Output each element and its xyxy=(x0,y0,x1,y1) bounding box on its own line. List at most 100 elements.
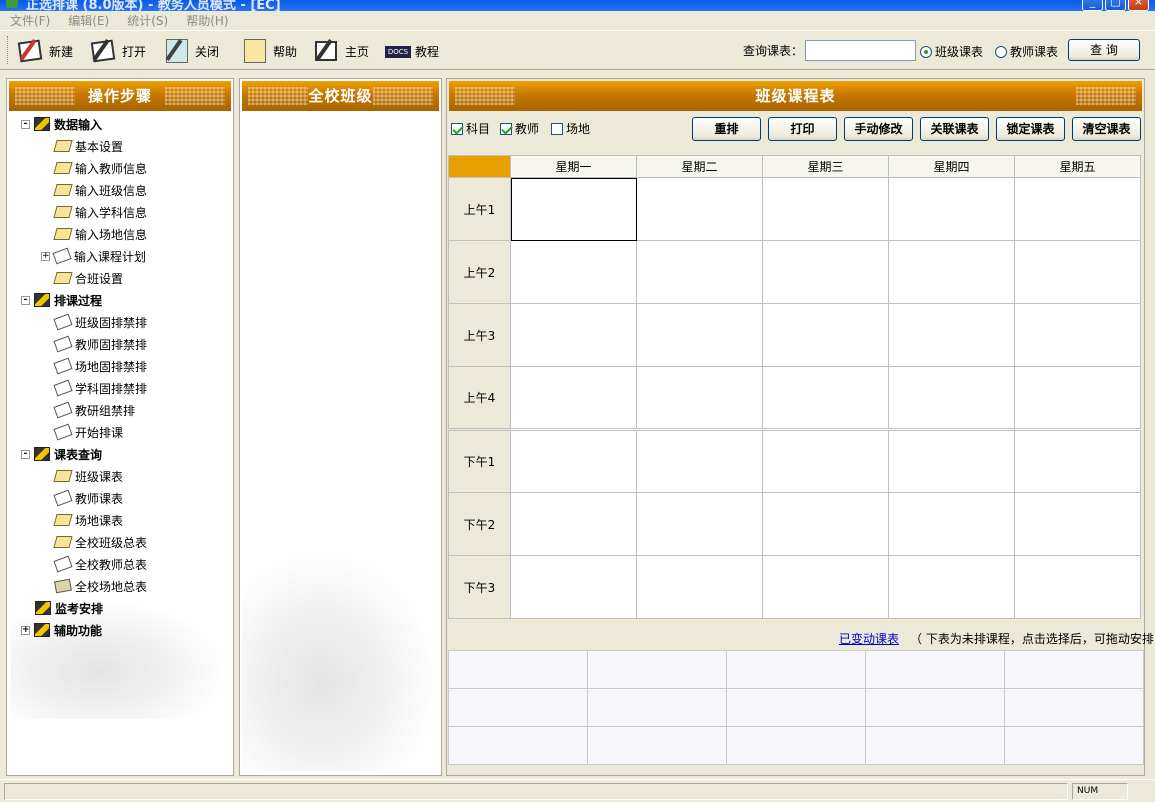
tree-item-venue-fixed[interactable]: 场地固排禁排 xyxy=(53,355,147,377)
menu-stats[interactable]: 统计(S) xyxy=(127,12,168,29)
radio-teacher-schedule[interactable]: 教师课表 xyxy=(995,43,1058,60)
collapse-icon[interactable]: - xyxy=(21,295,30,305)
tree-node-schedule-query[interactable]: - 课表查询 xyxy=(21,443,102,465)
collapse-icon[interactable]: - xyxy=(21,449,30,459)
pending-cell[interactable] xyxy=(865,726,1005,765)
checkbox-venue[interactable]: 场地 xyxy=(551,120,590,137)
manual-edit-button[interactable]: 手动修改 xyxy=(844,117,913,141)
schedule-cell[interactable] xyxy=(762,177,889,241)
pending-cell[interactable] xyxy=(587,650,727,689)
pending-cell[interactable] xyxy=(726,726,866,765)
tree-item-class-schedule[interactable]: 班级课表 xyxy=(53,465,123,487)
schedule-cell[interactable] xyxy=(762,492,889,556)
schedule-cell[interactable] xyxy=(762,429,889,493)
resize-grip-icon[interactable] xyxy=(1130,783,1150,800)
tree-item-group-forbid[interactable]: 教研组禁排 xyxy=(53,399,135,421)
changed-schedule-link[interactable]: 已变动课表 xyxy=(839,630,899,647)
tree-item-all-classes[interactable]: 全校班级总表 xyxy=(53,531,147,553)
schedule-cell[interactable] xyxy=(636,366,763,430)
schedule-cell[interactable] xyxy=(888,555,1015,619)
schedule-cell[interactable] xyxy=(888,240,1015,304)
pending-cell[interactable] xyxy=(448,650,588,689)
tree-item-venue-schedule[interactable]: 场地课表 xyxy=(53,509,123,531)
menu-edit[interactable]: 编辑(E) xyxy=(68,12,109,29)
schedule-cell-selected[interactable] xyxy=(510,177,637,241)
tree-item-subject-fixed[interactable]: 学科固排禁排 xyxy=(53,377,147,399)
tree-item-teacher-info[interactable]: 输入教师信息 xyxy=(53,157,147,179)
pending-cell[interactable] xyxy=(1004,650,1144,689)
maximize-button[interactable]: □ xyxy=(1105,0,1126,11)
schedule-cell[interactable] xyxy=(888,303,1015,367)
menu-help[interactable]: 帮助(H) xyxy=(186,12,228,29)
lock-schedule-button[interactable]: 锁定课表 xyxy=(996,117,1065,141)
collapse-icon[interactable]: - xyxy=(21,119,30,129)
schedule-cell[interactable] xyxy=(888,429,1015,493)
schedule-cell[interactable] xyxy=(510,366,637,430)
help-button[interactable]: 帮助 xyxy=(240,34,297,68)
expand-icon[interactable]: + xyxy=(21,625,30,635)
schedule-cell[interactable] xyxy=(888,366,1015,430)
checkbox-teacher[interactable]: 教师 xyxy=(500,120,539,137)
pending-cell[interactable] xyxy=(1004,688,1144,727)
schedule-cell[interactable] xyxy=(510,429,637,493)
tree-item-class-info[interactable]: 输入班级信息 xyxy=(53,179,147,201)
expand-icon[interactable]: + xyxy=(41,251,50,261)
tree-item-all-venues[interactable]: 全校场地总表 xyxy=(54,575,147,597)
tree-item-teacher-schedule[interactable]: 教师课表 xyxy=(53,487,123,509)
schedule-cell[interactable] xyxy=(636,429,763,493)
schedule-cell[interactable] xyxy=(762,555,889,619)
schedule-cell[interactable] xyxy=(1014,366,1141,430)
pending-cell[interactable] xyxy=(865,688,1005,727)
schedule-cell[interactable] xyxy=(510,492,637,556)
toolbar-grip[interactable] xyxy=(7,36,10,64)
pending-cell[interactable] xyxy=(726,650,866,689)
radio-class-schedule[interactable]: 班级课表 xyxy=(920,43,983,60)
search-input[interactable] xyxy=(805,40,916,61)
reschedule-button[interactable]: 重排 xyxy=(692,117,761,141)
schedule-cell[interactable] xyxy=(1014,492,1141,556)
home-button[interactable]: 主页 xyxy=(312,34,369,68)
tree-node-exam-proctor[interactable]: 监考安排 xyxy=(35,597,103,619)
schedule-cell[interactable] xyxy=(510,303,637,367)
print-button[interactable]: 打印 xyxy=(768,117,837,141)
schedule-cell[interactable] xyxy=(636,492,763,556)
tree-item-venue-info[interactable]: 输入场地信息 xyxy=(53,223,147,245)
linked-schedule-button[interactable]: 关联课表 xyxy=(920,117,989,141)
schedule-cell[interactable] xyxy=(762,366,889,430)
pending-cell[interactable] xyxy=(587,688,727,727)
tree-item-all-teachers[interactable]: 全校教师总表 xyxy=(53,553,147,575)
pending-cell[interactable] xyxy=(587,726,727,765)
open-button[interactable]: 打开 xyxy=(89,34,146,68)
clear-schedule-button[interactable]: 清空课表 xyxy=(1072,117,1141,141)
schedule-cell[interactable] xyxy=(888,492,1015,556)
tree-node-data-input[interactable]: - 数据输入 xyxy=(21,113,102,135)
tree-item-merge-class[interactable]: 合班设置 xyxy=(53,267,123,289)
tree-item-start-scheduling[interactable]: 开始排课 xyxy=(53,421,123,443)
schedule-cell[interactable] xyxy=(510,555,637,619)
menu-file[interactable]: 文件(F) xyxy=(10,12,50,29)
pending-cell[interactable] xyxy=(448,726,588,765)
tree-node-auxiliary[interactable]: + 辅助功能 xyxy=(21,619,102,641)
schedule-cell[interactable] xyxy=(762,303,889,367)
schedule-cell[interactable] xyxy=(636,177,763,241)
tree-item-course-plan[interactable]: + 输入课程计划 xyxy=(41,245,146,267)
schedule-cell[interactable] xyxy=(636,303,763,367)
close-window-button[interactable]: × xyxy=(1128,0,1149,11)
schedule-cell[interactable] xyxy=(636,240,763,304)
schedule-cell[interactable] xyxy=(636,555,763,619)
pending-cell[interactable] xyxy=(1004,726,1144,765)
pending-cell[interactable] xyxy=(448,688,588,727)
schedule-cell[interactable] xyxy=(1014,555,1141,619)
schedule-cell[interactable] xyxy=(1014,177,1141,241)
schedule-cell[interactable] xyxy=(1014,303,1141,367)
new-button[interactable]: 新建 xyxy=(16,34,73,68)
tree-item-subject-info[interactable]: 输入学科信息 xyxy=(53,201,147,223)
minimize-button[interactable]: _ xyxy=(1082,0,1103,11)
query-button[interactable]: 查 询 xyxy=(1068,39,1140,61)
close-button[interactable]: 关闭 xyxy=(162,34,219,68)
checkbox-subject[interactable]: 科目 xyxy=(451,120,490,137)
schedule-cell[interactable] xyxy=(762,240,889,304)
tree-item-basic-settings[interactable]: 基本设置 xyxy=(53,135,123,157)
tree-item-teacher-fixed[interactable]: 教师固排禁排 xyxy=(53,333,147,355)
pending-cell[interactable] xyxy=(865,650,1005,689)
